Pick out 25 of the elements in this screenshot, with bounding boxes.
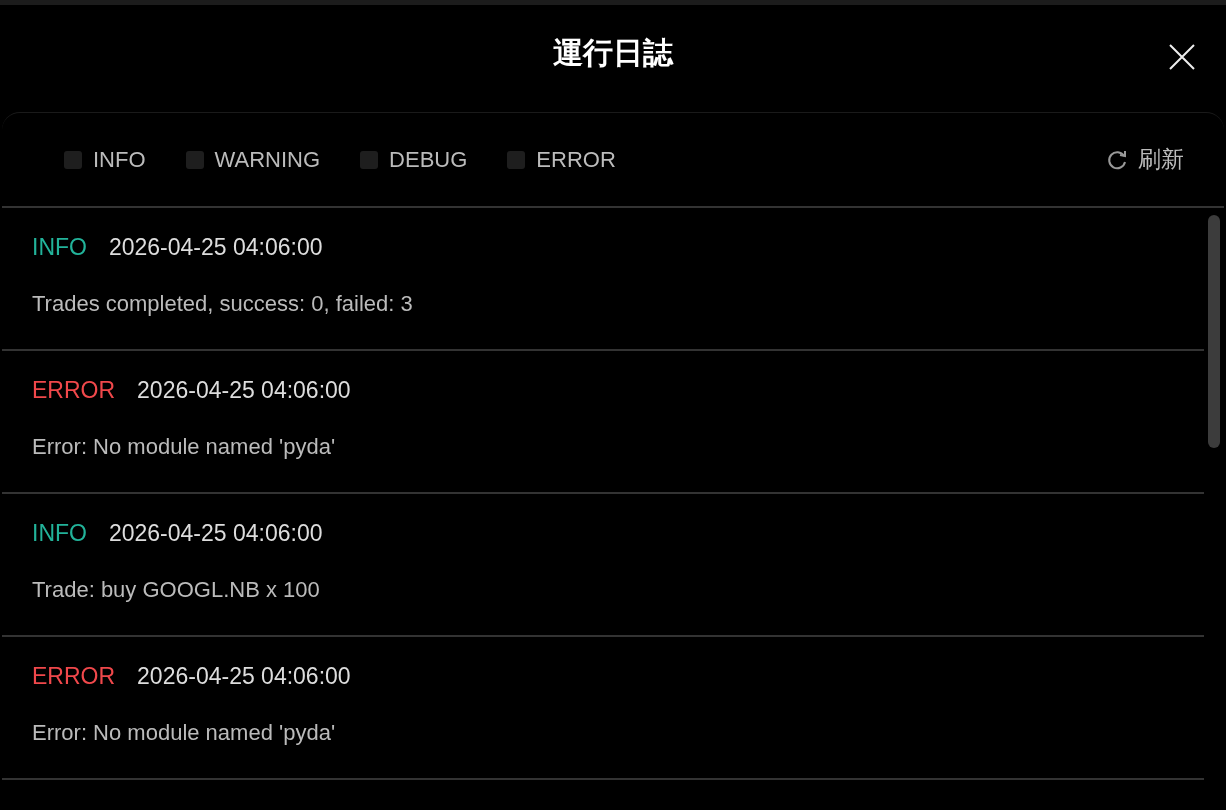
- log-message: Error: No module named 'pyda': [32, 720, 337, 746]
- filter-label: DEBUG: [389, 146, 468, 173]
- filter-label: ERROR: [536, 146, 616, 173]
- log-level: ERROR: [32, 377, 116, 404]
- log-timestamp: 2026-04-25 04:06:00: [137, 663, 351, 690]
- close-icon[interactable]: [1168, 43, 1196, 71]
- checkbox[interactable]: [507, 150, 526, 169]
- checkbox[interactable]: [64, 150, 82, 169]
- log-message: Trade: buy GOOGL.NB x 100: [32, 577, 321, 603]
- log-level: INFO: [32, 520, 87, 547]
- refresh-button[interactable]: 刷新: [1106, 144, 1184, 175]
- log-level: INFO: [32, 234, 87, 261]
- dialog-title: 運行日誌: [553, 34, 673, 72]
- log-timestamp: 2026-04-25 04:06:00: [137, 377, 351, 404]
- log-level: ERROR: [32, 663, 116, 690]
- filter-label: INFO: [93, 146, 146, 173]
- filter-label: WARNING: [214, 146, 321, 173]
- scrollbar[interactable]: [1208, 215, 1220, 448]
- checkbox[interactable]: [360, 150, 379, 169]
- refresh-icon: [1106, 148, 1128, 171]
- log-timestamp: 2026-04-25 04:06:00: [108, 520, 323, 547]
- log-timestamp: 2026-04-25 04:06:00: [108, 234, 323, 261]
- log-message: Trades completed, success: 0, failed: 3: [32, 291, 414, 317]
- checkbox[interactable]: [185, 150, 204, 169]
- log-message: Error: No module named 'pyda': [32, 434, 337, 460]
